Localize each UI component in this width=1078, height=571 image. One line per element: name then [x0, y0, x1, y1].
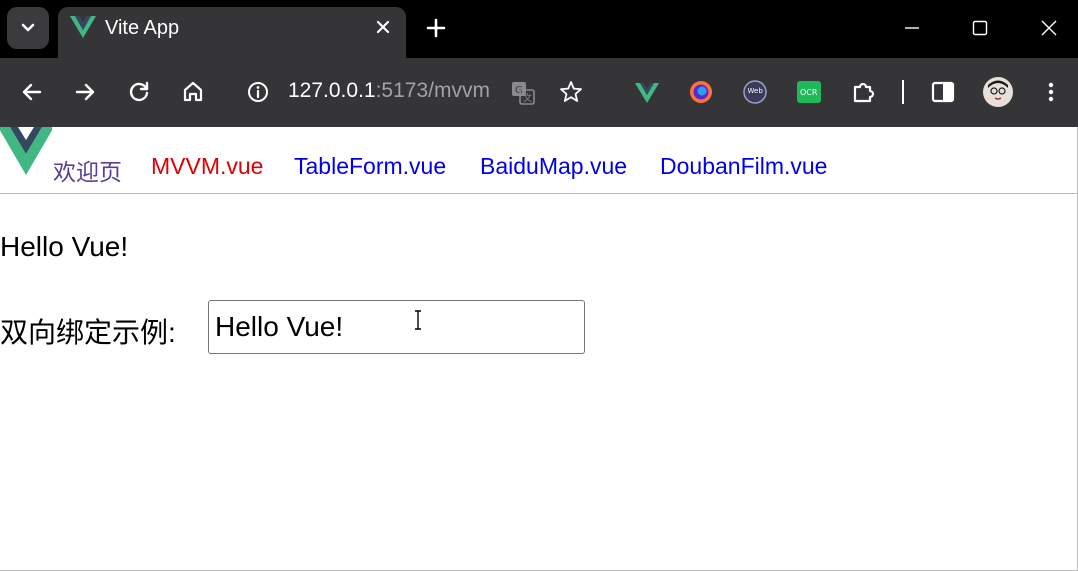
forward-arrow-icon[interactable] — [71, 78, 99, 106]
web-icon[interactable]: Web — [741, 78, 769, 106]
tab-title: Vite App — [105, 17, 180, 39]
info-icon[interactable] — [244, 78, 272, 106]
firefox-icon[interactable] — [687, 78, 715, 106]
url-host: 127.0.0.1 — [288, 79, 376, 102]
nav-link-mvvm[interactable]: MVVM.vue — [151, 153, 263, 180]
vue-logo-icon — [0, 127, 52, 175]
maximize-icon[interactable] — [966, 14, 994, 42]
binding-label: 双向绑定示例: — [0, 317, 176, 348]
plus-icon[interactable] — [423, 15, 449, 41]
app-nav: 欢迎页 MVVM.vue TableForm.vue BaiduMap.vue … — [0, 127, 1078, 194]
side-panel-icon[interactable] — [929, 78, 957, 106]
tab-search-button[interactable] — [7, 7, 49, 49]
address-bar[interactable]: 127.0.0.1:5173/mvvm — [288, 79, 490, 103]
message-text: Hello Vue! — [0, 231, 129, 262]
close-icon[interactable] — [1035, 14, 1063, 42]
back-arrow-icon[interactable] — [18, 78, 46, 106]
nav-link-baidumap[interactable]: BaiduMap.vue — [480, 153, 627, 180]
home-icon[interactable] — [179, 78, 207, 106]
vue-logo-icon — [70, 16, 96, 38]
close-icon[interactable] — [371, 15, 395, 39]
star-icon[interactable] — [557, 78, 585, 106]
more-vertical-icon[interactable] — [1037, 78, 1065, 106]
puzzle-extensions-icon[interactable] — [849, 78, 877, 106]
toolbar-separator — [902, 80, 904, 104]
svg-text:Web: Web — [748, 87, 764, 95]
nav-link-tableform[interactable]: TableForm.vue — [294, 153, 446, 180]
browser-toolbar: 127.0.0.1:5173/mvvm G 文 Web OCR — [0, 58, 1078, 127]
reload-icon[interactable] — [125, 78, 153, 106]
browser-tab-active[interactable]: Vite App — [58, 7, 406, 58]
minimize-icon[interactable] — [898, 14, 926, 42]
vue-devtools-icon[interactable] — [633, 78, 661, 106]
page-viewport: 欢迎页 MVVM.vue TableForm.vue BaiduMap.vue … — [0, 127, 1078, 571]
avatar-icon[interactable] — [982, 76, 1014, 108]
url-path: :5173/mvvm — [375, 79, 490, 102]
nav-link-doubanfilm[interactable]: DoubanFilm.vue — [660, 153, 827, 180]
text-cursor-icon — [415, 310, 421, 330]
svg-text:OCR: OCR — [800, 88, 818, 97]
binding-input[interactable] — [208, 300, 585, 354]
ocr-icon[interactable]: OCR — [795, 78, 823, 106]
translate-icon[interactable]: G 文 — [510, 80, 536, 106]
nav-link-welcome[interactable]: 欢迎页 — [53, 153, 122, 187]
chevron-down-icon — [21, 23, 35, 32]
browser-title-bar: Vite App — [0, 0, 1078, 58]
svg-text:文: 文 — [523, 92, 532, 104]
